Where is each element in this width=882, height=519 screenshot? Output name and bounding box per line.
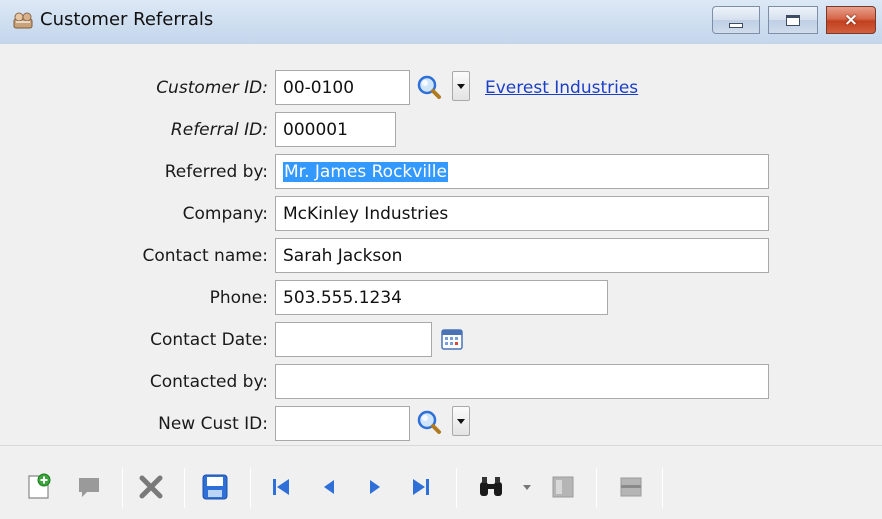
- customer-referrals-window: Customer Referrals × Customer ID: 00-010…: [0, 0, 882, 519]
- next-record-icon: [370, 480, 380, 494]
- save-button[interactable]: [198, 470, 232, 504]
- chevron-down-icon: [523, 484, 531, 490]
- referred-by-field[interactable]: Mr. James Rockville: [275, 154, 769, 189]
- contact-date-label: Contact Date:: [150, 330, 268, 350]
- next-record-button[interactable]: [358, 470, 392, 504]
- toolbar-separator: [662, 468, 663, 508]
- search-icon: [417, 410, 441, 434]
- new-record-icon: [28, 473, 51, 499]
- new-cust-id-label: New Cust ID:: [158, 414, 268, 434]
- toolbar-separator: [250, 468, 251, 508]
- calendar-icon: [441, 329, 463, 350]
- search-icon: [417, 75, 441, 99]
- phone-label: Phone:: [209, 288, 268, 308]
- panel-button: [546, 470, 580, 504]
- toolbar-separator: [122, 468, 123, 508]
- first-record-button[interactable]: [264, 470, 298, 504]
- contact-name-field[interactable]: Sarah Jackson: [275, 238, 769, 273]
- minimize-button[interactable]: [712, 6, 760, 34]
- contacted-by-field[interactable]: [275, 364, 769, 399]
- minimize-icon: [729, 22, 743, 28]
- customer-id-value: 00-0100: [283, 78, 355, 98]
- customer-dropdown-button[interactable]: [452, 71, 470, 101]
- new-record-button[interactable]: [22, 470, 56, 504]
- company-value: McKinley Industries: [283, 204, 449, 224]
- company-field[interactable]: McKinley Industries: [275, 196, 769, 231]
- delete-button[interactable]: [134, 470, 168, 504]
- comment-icon: [79, 478, 99, 497]
- date-picker-button[interactable]: [437, 323, 467, 355]
- find-options-dropdown[interactable]: [520, 474, 534, 500]
- toolbar-separator: [456, 468, 457, 508]
- previous-record-icon: [324, 480, 334, 494]
- last-record-button[interactable]: [404, 470, 438, 504]
- maximize-icon: [786, 14, 800, 26]
- delete-icon: [139, 475, 163, 499]
- first-record-icon: [273, 479, 289, 495]
- last-record-icon: [413, 479, 429, 495]
- toolbar-separator: [184, 468, 185, 508]
- title-bar[interactable]: Customer Referrals ×: [0, 0, 882, 44]
- maximize-button[interactable]: [768, 6, 818, 34]
- referral-id-label: Referral ID:: [170, 120, 268, 140]
- save-icon: [202, 474, 228, 500]
- contact-name-label: Contact name:: [142, 246, 268, 266]
- chevron-down-icon: [457, 418, 465, 424]
- chevron-down-icon: [457, 83, 465, 89]
- customer-lookup-button[interactable]: [414, 71, 444, 103]
- referred-by-value: Mr. James Rockville: [283, 162, 448, 182]
- phone-field[interactable]: 503.555.1234: [275, 280, 608, 315]
- app-icon: [12, 10, 34, 30]
- list-icon: [620, 477, 642, 497]
- contact-name-value: Sarah Jackson: [283, 246, 403, 266]
- referred-by-label: Referred by:: [164, 162, 268, 182]
- new-cust-id-value: -: [305, 436, 321, 440]
- close-icon: ×: [843, 10, 859, 30]
- find-button[interactable]: [474, 470, 508, 504]
- new-cust-id-field[interactable]: -: [275, 406, 410, 441]
- contacted-by-label: Contacted by:: [149, 372, 268, 392]
- panel-icon: [552, 476, 574, 498]
- referral-id-field[interactable]: 000001: [275, 112, 396, 147]
- customer-id-field[interactable]: 00-0100: [275, 70, 410, 105]
- close-button[interactable]: ×: [826, 6, 876, 34]
- customer-name-link[interactable]: Everest Industries: [485, 78, 638, 98]
- comment-button: [72, 470, 106, 504]
- phone-value: 503.555.1234: [283, 288, 402, 308]
- contact-date-field[interactable]: [275, 322, 432, 357]
- new-cust-lookup-button[interactable]: [414, 406, 444, 438]
- previous-record-button[interactable]: [312, 470, 346, 504]
- toolbar-divider: [0, 445, 882, 446]
- new-cust-dropdown-button[interactable]: [452, 406, 470, 436]
- customer-id-label: Customer ID:: [156, 78, 268, 98]
- list-button: [614, 470, 648, 504]
- company-label: Company:: [182, 204, 268, 224]
- referral-id-value: 000001: [283, 120, 348, 140]
- toolbar-separator: [596, 468, 597, 508]
- window-title: Customer Referrals: [40, 9, 214, 30]
- binoculars-icon: [480, 477, 502, 496]
